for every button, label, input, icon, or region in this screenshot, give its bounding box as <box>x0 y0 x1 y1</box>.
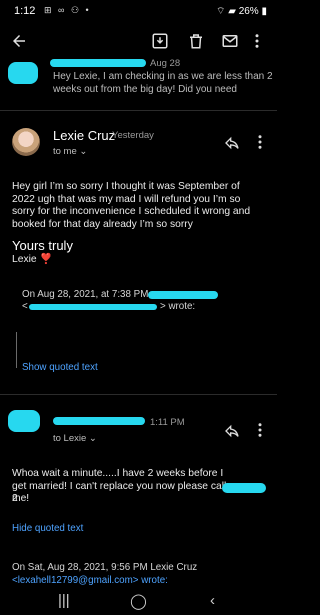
redacted-sender <box>148 291 218 299</box>
quote-prefix: < <box>22 301 28 312</box>
quote-wrote: > wrote: <box>160 301 196 312</box>
chevron-down-icon: ⌄ <box>79 146 88 157</box>
signature-line: Yours truly <box>12 238 73 253</box>
divider <box>0 394 277 395</box>
email-preview: Hey Lexie, I am checking in as we are le… <box>53 71 273 95</box>
more-options-icon[interactable] <box>253 32 263 50</box>
quote-header-line1: On Sat, Aug 28, 2021, 9:56 PM Lexie Cruz <box>12 562 198 573</box>
email-toolbar <box>0 28 277 54</box>
recent-apps-icon[interactable]: ||| <box>58 592 70 609</box>
redacted-email <box>29 304 157 310</box>
recipient-toggle[interactable]: to me ⌄ <box>53 146 87 157</box>
back-arrow-icon[interactable] <box>10 32 28 50</box>
email-date: 1:11 PM <box>150 417 185 428</box>
status-time: 1:12 <box>14 5 36 17</box>
email-body: Whoa wait a minute.....I have 2 weeks be… <box>12 468 227 505</box>
email-body: Hey girl I’m so sorry I thought it was S… <box>12 181 251 231</box>
battery-indicator: ⌔ ▰ 26% ▮ <box>216 5 267 18</box>
email-body-tail: 2 <box>12 493 18 504</box>
quote-header: On Aug 28, 2021, at 7:38 PM, <box>22 289 262 302</box>
sender-name[interactable]: Lexie Cruz <box>53 128 115 143</box>
reply-icon[interactable] <box>224 135 240 154</box>
quote-header: On Sat, Aug 28, 2021, 9:56 PM Lexie Cruz… <box>12 562 267 587</box>
chevron-down-icon: ⌄ <box>88 433 97 444</box>
quote-bar <box>16 332 17 368</box>
quote-email-address[interactable]: <lexahell12799@gmail.com> wrote: <box>12 575 267 588</box>
email-date: Yesterday <box>112 130 154 141</box>
recipient-label: to Lexie <box>53 433 87 444</box>
hide-quoted-text-link[interactable]: Hide quoted text <box>12 523 83 534</box>
avatar <box>12 128 40 156</box>
archive-icon[interactable] <box>151 32 169 50</box>
signal-icon: ▰ <box>228 6 236 17</box>
show-quoted-text-link[interactable]: Show quoted text <box>22 362 98 373</box>
redacted-avatar <box>8 410 40 432</box>
system-nav-bar: ||| ◯ ‹ <box>0 587 277 615</box>
reply-icon[interactable] <box>224 423 240 442</box>
mail-icon[interactable] <box>221 32 239 50</box>
email-collapsed-1[interactable]: Aug 28 Hey Lexie, I am checking in as we… <box>0 56 277 102</box>
email-date: Aug 28 <box>150 58 181 69</box>
recipient-label: to me <box>53 146 77 157</box>
redacted-text <box>222 483 266 493</box>
battery-icon: ▮ <box>261 6 267 17</box>
status-bar: 1:12 ⊞ ∞ ⚇ • ⌔ ▰ 26% ▮ <box>0 0 277 22</box>
more-options-icon[interactable] <box>257 133 263 154</box>
quote-header-line2: < <box>22 301 28 314</box>
redacted-sender <box>53 417 145 425</box>
divider <box>0 110 277 111</box>
back-icon[interactable]: ‹ <box>210 592 215 609</box>
delete-icon[interactable] <box>187 32 205 50</box>
wifi-icon: ⌔ <box>216 6 226 17</box>
more-options-icon[interactable] <box>257 421 263 442</box>
notification-icons: ⊞ ∞ ⚇ • <box>44 5 91 15</box>
home-icon[interactable]: ◯ <box>130 592 147 610</box>
heart-icon: ❣️ <box>39 254 53 265</box>
signature-name-text: Lexie <box>12 254 37 265</box>
battery-percent: 26% <box>238 6 259 17</box>
recipient-toggle[interactable]: to Lexie ⌄ <box>53 433 97 444</box>
redacted-avatar <box>8 62 38 84</box>
quote-header-line1: On Aug 28, 2021, at 7:38 PM, <box>22 289 152 300</box>
signature-name: Lexie ❣️ <box>12 254 52 267</box>
redacted-sender <box>50 59 146 67</box>
